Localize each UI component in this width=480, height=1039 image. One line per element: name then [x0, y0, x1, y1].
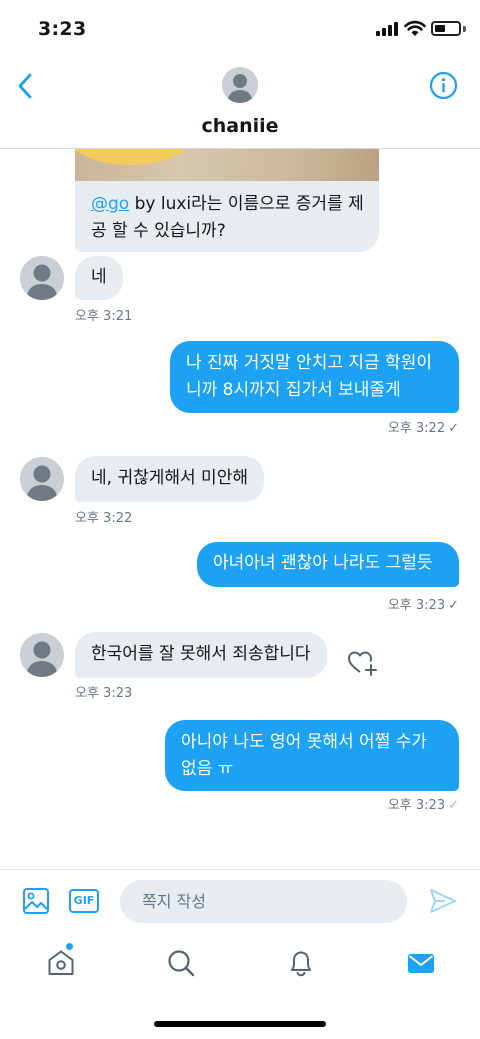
like-message-button[interactable] [346, 648, 378, 678]
send-button[interactable] [428, 887, 458, 915]
shared-image[interactable] [75, 149, 379, 181]
home-notification-dot [66, 943, 73, 950]
battery-cap [463, 26, 466, 32]
tab-home[interactable] [46, 948, 76, 978]
message-bubble-sent[interactable]: 나 진짜 거짓말 안치고 지금 학원이니까 8시까지 집가서 보내줄게 [170, 341, 459, 413]
message-bubble-received[interactable]: 네 [75, 256, 123, 300]
status-time: 3:23 [38, 18, 87, 40]
default-avatar-icon [20, 256, 64, 300]
read-check-icon: ✓ [448, 598, 459, 613]
sent-check-icon: ✓ [448, 798, 459, 813]
sender-avatar[interactable] [20, 256, 64, 300]
message-list[interactable]: @go by luxi라는 이름으로 증거를 제공 할 수 있습니까? 네 오후… [0, 149, 480, 869]
wifi-icon [404, 20, 426, 36]
sender-avatar[interactable] [20, 457, 64, 501]
default-avatar-icon [20, 457, 64, 501]
message-timestamp: 오후 3:23 [75, 686, 133, 701]
default-avatar-icon [20, 633, 64, 677]
battery-icon [431, 21, 461, 36]
conversation-title: chaniie [201, 115, 279, 137]
conversation-header: chaniie [0, 60, 480, 149]
status-bar: 3:23 [0, 0, 480, 60]
cellular-signal-icon [376, 22, 398, 36]
tab-notifications[interactable] [286, 948, 316, 978]
header-avatar[interactable] [222, 67, 258, 103]
home-indicator [154, 1021, 326, 1027]
message-timestamp: 오후 3:22 ✓ [387, 421, 459, 436]
tab-messages[interactable] [406, 948, 436, 978]
default-avatar-icon [222, 67, 258, 103]
message-input[interactable] [120, 880, 407, 923]
mention-link[interactable]: @go [91, 194, 129, 214]
message-text: @go by luxi라는 이름으로 증거를 제공 할 수 있습니까? [91, 194, 364, 241]
message-timestamp: 오후 3:23 ✓ [387, 598, 459, 613]
read-check-icon: ✓ [448, 421, 459, 436]
message-bubble-received[interactable]: 한국어를 잘 못해서 죄송합니다 [75, 632, 327, 678]
message-composer: GIF [0, 869, 480, 932]
message-bubble-received[interactable]: 네, 귀찮게해서 미안해 [75, 456, 264, 502]
add-image-button[interactable] [22, 887, 50, 915]
message-bubble-sent[interactable]: 아녀아녀 괜찮아 나라도 그럴듯 [197, 542, 459, 587]
back-button[interactable] [12, 68, 40, 104]
message-timestamp: 오후 3:23 ✓ [387, 798, 459, 813]
message-bubble-sent[interactable]: 아니야 나도 영어 못해서 어쩔 수가 없음 ㅠ [165, 720, 459, 791]
tab-search[interactable] [166, 948, 196, 978]
message-timestamp: 오후 3:21 [75, 309, 133, 324]
info-button[interactable] [429, 71, 458, 100]
message-timestamp: 오후 3:22 [75, 511, 133, 526]
bottom-tab-bar [0, 932, 480, 1002]
add-gif-button[interactable]: GIF [69, 889, 99, 913]
media-message-bubble[interactable]: @go by luxi라는 이름으로 증거를 제공 할 수 있습니까? [75, 149, 379, 252]
sender-avatar[interactable] [20, 633, 64, 677]
